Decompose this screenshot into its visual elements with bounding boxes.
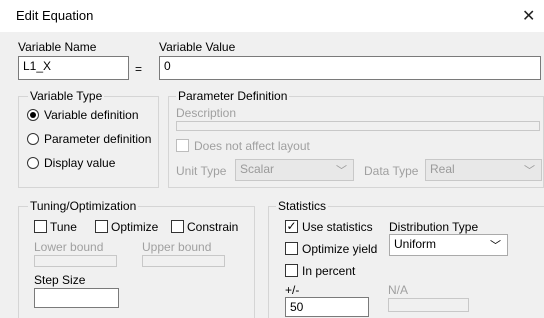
data-type-select[interactable]: Real ﹀ bbox=[425, 159, 542, 181]
does-not-affect-layout-checkbox[interactable] bbox=[176, 139, 189, 152]
tune-checkbox[interactable] bbox=[34, 220, 47, 233]
distribution-type-select[interactable]: Uniform ﹀ bbox=[389, 234, 508, 256]
does-not-affect-layout-label: Does not affect layout bbox=[194, 139, 310, 153]
variable-name-label: Variable Name bbox=[18, 40, 97, 54]
close-icon[interactable]: ✕ bbox=[522, 6, 535, 26]
distribution-type-label: Distribution Type bbox=[389, 220, 479, 234]
variable-name-input[interactable]: L1_X bbox=[18, 56, 129, 80]
parameter-definition-legend: Parameter Definition bbox=[176, 89, 290, 103]
variable-value-label: Variable Value bbox=[159, 40, 236, 54]
constrain-label[interactable]: Constrain bbox=[187, 220, 238, 234]
check-icon: ✓ bbox=[286, 219, 297, 233]
in-percent-label[interactable]: In percent bbox=[302, 264, 355, 278]
unit-type-select[interactable]: Scalar ﹀ bbox=[235, 159, 354, 181]
radio-display-value[interactable] bbox=[27, 157, 39, 169]
optimize-yield-checkbox[interactable] bbox=[285, 242, 298, 255]
plus-minus-label: +/- bbox=[285, 283, 300, 297]
chevron-down-icon: ﹀ bbox=[490, 240, 501, 252]
na-input[interactable] bbox=[388, 298, 469, 312]
tune-label[interactable]: Tune bbox=[50, 220, 77, 234]
display-value-label[interactable]: Display value bbox=[44, 156, 115, 170]
variable-type-legend: Variable Type bbox=[28, 89, 105, 103]
chevron-down-icon: ﹀ bbox=[336, 165, 347, 177]
upper-bound-label: Upper bound bbox=[142, 240, 212, 254]
na-label: N/A bbox=[388, 283, 409, 297]
equals-sign: = bbox=[135, 62, 143, 76]
parameter-definition-option-label[interactable]: Parameter definition bbox=[44, 132, 151, 146]
lower-bound-input[interactable] bbox=[34, 255, 117, 267]
step-size-input[interactable] bbox=[34, 288, 119, 308]
lower-bound-label: Lower bound bbox=[34, 240, 104, 254]
dialog-title: Edit Equation bbox=[16, 8, 94, 23]
chevron-down-icon: ﹀ bbox=[524, 165, 535, 177]
upper-bound-input[interactable] bbox=[142, 255, 225, 267]
distribution-type-value: Uniform bbox=[394, 237, 437, 251]
variable-definition-label[interactable]: Variable definition bbox=[44, 108, 139, 122]
data-type-label: Data Type bbox=[364, 164, 419, 178]
step-size-label: Step Size bbox=[34, 273, 86, 287]
optimize-yield-label[interactable]: Optimize yield bbox=[302, 242, 377, 256]
radio-parameter-definition[interactable] bbox=[27, 133, 39, 145]
unit-type-label: Unit Type bbox=[176, 164, 227, 178]
description-label: Description bbox=[176, 106, 237, 120]
tuning-legend: Tuning/Optimization bbox=[28, 199, 139, 213]
description-input[interactable] bbox=[176, 121, 540, 131]
variable-value-input[interactable]: 0 bbox=[159, 56, 541, 80]
optimize-label[interactable]: Optimize bbox=[111, 220, 158, 234]
in-percent-checkbox[interactable] bbox=[285, 264, 298, 277]
use-statistics-label[interactable]: Use statistics bbox=[302, 220, 373, 234]
statistics-legend: Statistics bbox=[276, 199, 329, 213]
radio-variable-definition[interactable] bbox=[27, 109, 39, 121]
use-statistics-checkbox[interactable]: ✓ bbox=[285, 220, 298, 233]
plus-minus-input[interactable]: 50 bbox=[285, 297, 369, 317]
data-type-value: Real bbox=[430, 162, 455, 176]
constrain-checkbox[interactable] bbox=[171, 220, 184, 233]
unit-type-value: Scalar bbox=[240, 162, 275, 176]
optimize-checkbox[interactable] bbox=[95, 220, 108, 233]
